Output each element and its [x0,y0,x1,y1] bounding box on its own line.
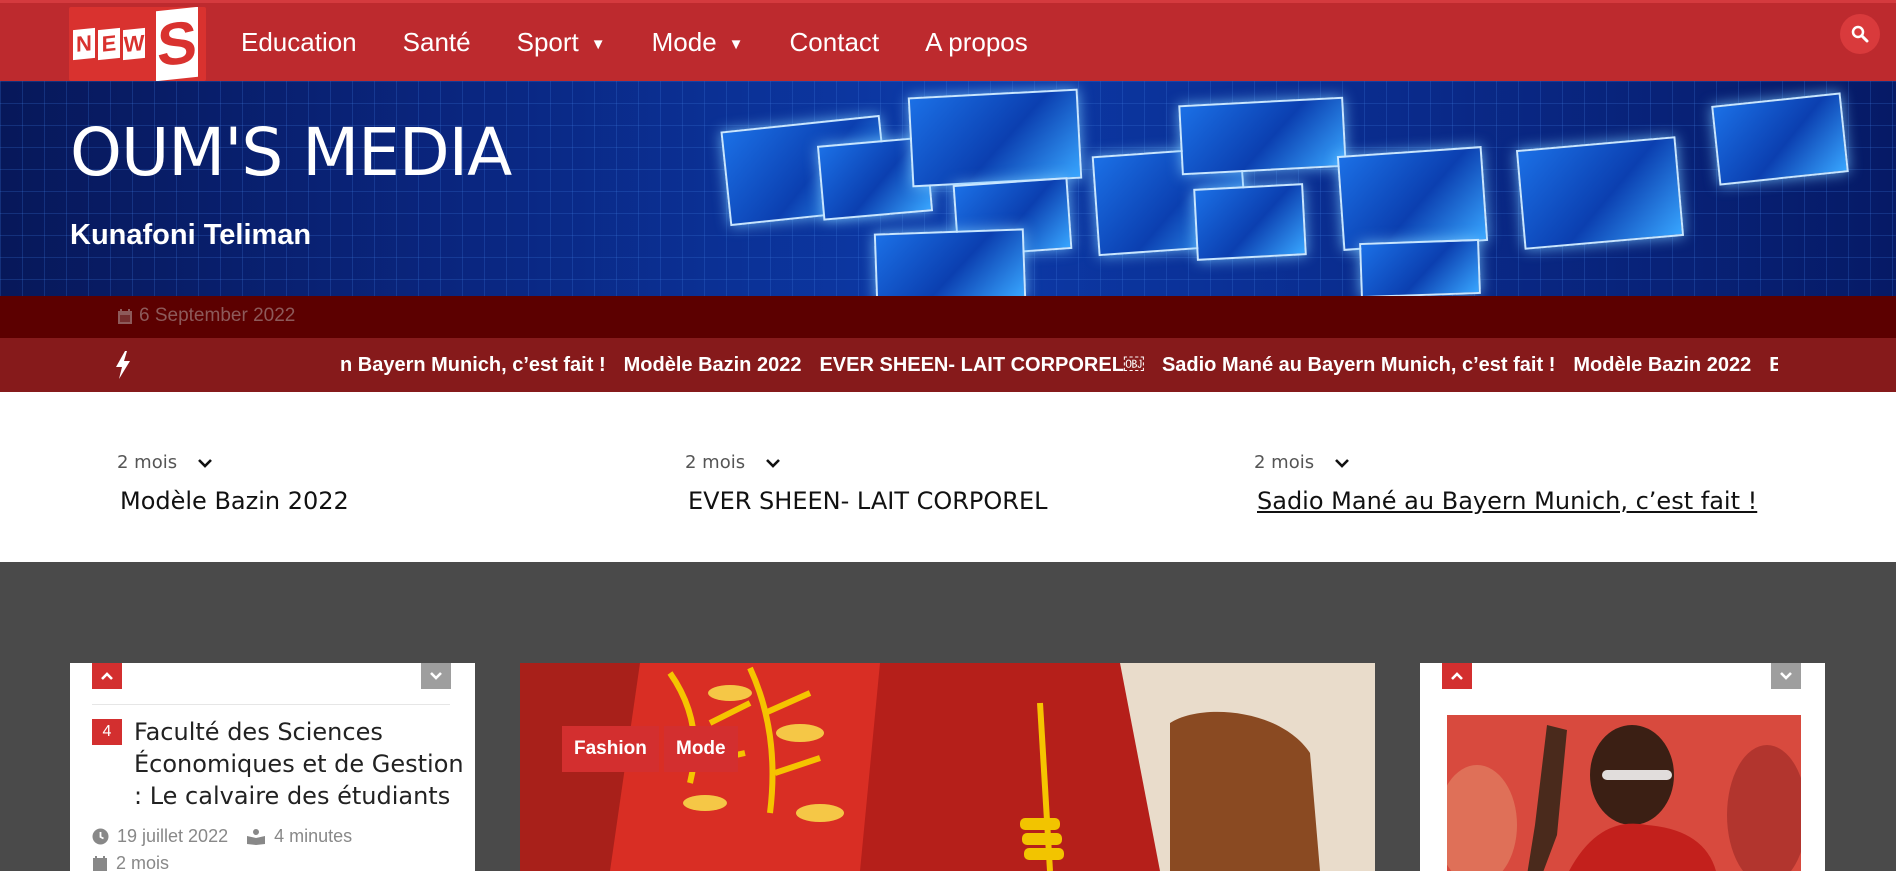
recent-post-meta: 2 mois [685,452,1048,473]
ticker-item[interactable]: EVER SHEEN- LAIT CORPOREL￼ [819,354,1143,377]
reading-icon [247,829,266,845]
scroll-up-button[interactable] [1442,663,1472,689]
tag-fashion[interactable]: Fashion [562,726,659,772]
clock-icon [92,828,109,845]
ticker-item[interactable]: EVI [1769,354,1778,377]
post-meta-age: 2 mois [92,853,169,871]
recent-post-title[interactable]: EVER SHEEN- LAIT CORPOREL￼ [688,487,1048,515]
post-thumbnail[interactable] [1447,715,1801,871]
logo-big-letter: S [156,7,198,81]
nav-label: Education [241,26,357,57]
nav-item-mode[interactable]: Mode ▼ [652,27,744,58]
date-text: 6 September 2022 [139,305,296,326]
post-meta: 19 juillet 2022 4 minutes [92,826,352,847]
main-nav: Education Santé Sport ▼ Mode ▼ Contact A p… [241,3,1074,81]
ticker-track: n Bayern Munich, c’est fait ! Modèle Baz… [340,338,1778,392]
nav-item-contact[interactable]: Contact [790,27,880,58]
recent-post: 2 mois EVER SHEEN- LAIT CORPOREL￼ [685,452,1048,515]
hero-screen-graphic [1193,183,1307,261]
date-bar: 6 September 2022 [0,296,1896,338]
ticker-item[interactable]: n Bayern Munich, c’est fait ! [340,354,606,377]
hero-screen-graphic [1515,136,1685,250]
nav-item-sante[interactable]: Santé [403,27,471,58]
logo-letter: N [73,27,95,61]
rank-badge: 4 [92,719,122,745]
current-date: 6 September 2022 [117,305,295,327]
recent-post-title[interactable]: Sadio Mané au Bayern Munich, c’est fait … [1257,487,1757,515]
post-title[interactable]: Faculté des Sciences Économiques et de G… [134,716,464,812]
recent-post-meta: 2 mois [1254,452,1757,473]
chevron-down-icon[interactable] [197,457,213,469]
recent-post: 2 mois Modèle Bazin 2022 [117,452,349,515]
logo-letter: W [123,27,145,61]
hero-banner: OUM'S MEDIA Kunafoni Teliman [0,81,1896,296]
calendar-icon [93,856,107,871]
site-tagline: Kunafoni Teliman [70,219,312,251]
chevron-down-icon [1780,672,1792,680]
popular-posts-card: 4 Faculté des Sciences Économiques et de… [70,663,475,871]
site-title: OUM'S MEDIA [70,114,512,191]
ticker-item[interactable]: Modèle Bazin 2022 [1573,354,1751,377]
nav-label: A propos [925,26,1028,57]
hero-screen-graphic [1711,92,1849,186]
recent-post-title[interactable]: Modèle Bazin 2022 [120,487,349,515]
hero-screen-graphic [873,228,1027,296]
ticker-item[interactable]: Modèle Bazin 2022 [624,354,802,377]
caret-down-icon: ▼ [590,35,606,53]
sidebar-posts-card [1420,663,1825,871]
recent-posts-row: 2 mois Modèle Bazin 2022 2 mois EVER SHE… [0,392,1896,562]
tag-mode[interactable]: Mode [664,726,738,772]
post-date: 19 juillet 2022 [117,826,229,846]
nav-label: Contact [789,26,880,57]
search-icon [1851,25,1869,43]
logo-letter: E [98,27,120,61]
chevron-down-icon[interactable] [1334,457,1350,469]
post-age: 2 mois [1254,452,1315,473]
scroll-down-button[interactable] [1771,663,1801,689]
nav-label: Sport [516,26,579,57]
news-ticker: n Bayern Munich, c’est fait ! Modèle Baz… [0,338,1896,392]
top-navbar: N E W S Education Santé Sport ▼ Mode ▼ Con… [0,0,1896,81]
scroll-up-button[interactable] [92,663,122,689]
post-age: 2 mois [685,452,746,473]
nav-item-a-propos[interactable]: A propos [925,27,1028,58]
post-age: 2 mois [116,853,170,871]
featured-post-card[interactable]: Fashion Mode [520,663,1375,871]
hero-screen-graphic [1359,238,1481,296]
recent-post-meta: 2 mois [117,452,349,473]
divider [92,704,450,705]
chevron-up-icon [101,672,113,680]
chevron-up-icon [1451,672,1463,680]
read-time: 4 minutes [274,826,353,846]
post-age: 2 mois [117,452,178,473]
site-logo[interactable]: N E W S [69,7,206,81]
caret-down-icon: ▼ [728,35,744,53]
lightning-icon [116,351,130,379]
scroll-down-button[interactable] [421,663,451,689]
ticker-item[interactable]: Sadio Mané au Bayern Munich, c’est fait … [1162,354,1555,377]
nav-label: Santé [402,26,471,57]
chevron-down-icon [430,672,442,680]
logo-letters: N E W [73,27,145,61]
nav-label: Mode [651,26,717,57]
search-button[interactable] [1840,14,1880,54]
hero-screen-graphic [1178,96,1347,176]
calendar-icon [118,308,132,324]
hero-screen-graphic [907,88,1083,188]
recent-post: 2 mois Sadio Mané au Bayern Munich, c’es… [1254,452,1757,515]
hero-screen-graphic [1336,146,1489,251]
thumbnail-image [1447,715,1801,871]
chevron-down-icon[interactable] [765,457,781,469]
nav-item-sport[interactable]: Sport ▼ [517,27,606,58]
nav-item-education[interactable]: Education [241,27,357,58]
